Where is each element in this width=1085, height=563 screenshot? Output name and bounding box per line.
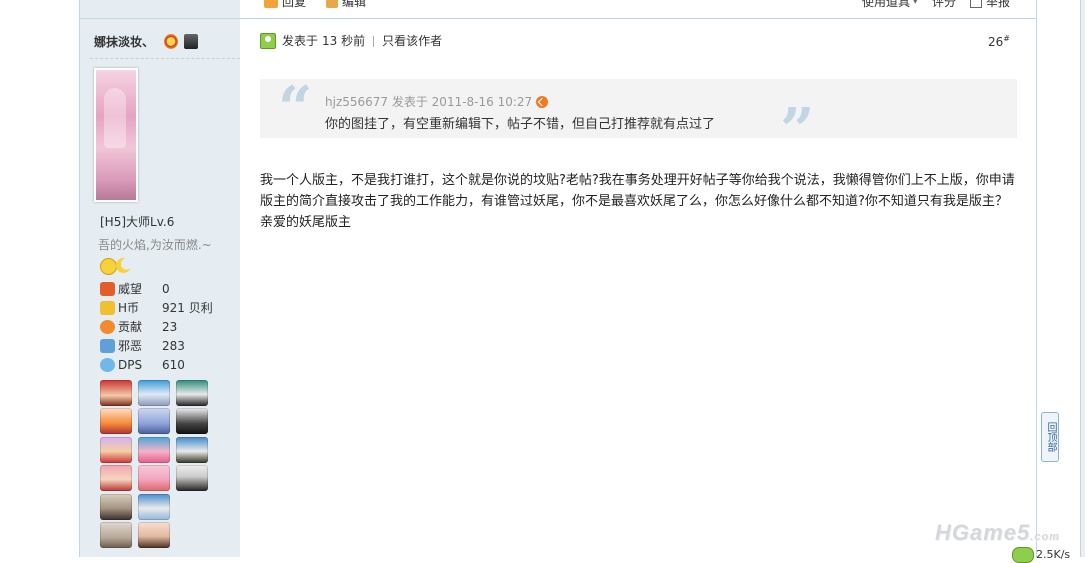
stat-value: 0 [162, 282, 170, 296]
moon-icon [116, 258, 131, 273]
quote-close-icon: ” [780, 96, 815, 166]
stat-value: 23 [162, 320, 178, 334]
floor-number[interactable]: 26# [988, 34, 1010, 49]
stat-label: H币 [118, 301, 140, 315]
author-name[interactable]: 娜抹淡妆、 [94, 33, 154, 50]
medal-badge[interactable] [100, 465, 132, 491]
use-item-label: 使用道具 [862, 0, 911, 9]
reply-button[interactable]: 回复 [264, 0, 306, 9]
crown-icon [100, 282, 115, 296]
previous-post-actions: 回复 编辑 使用道具 ▾ 评分 举报 [240, 0, 1036, 19]
user-level[interactable]: [H5]大师Lv.6 [100, 213, 174, 230]
post-main: 回复 编辑 使用道具 ▾ 评分 举报 发表于 13 秒前 只看该作者 26# “… [240, 0, 1037, 557]
quote-block: “ hjz556677 发表于 2011-8-16 10:27 你的图挂了，有空… [260, 74, 1017, 161]
use-item-button[interactable]: 使用道具 ▾ [862, 0, 918, 9]
post-content: 我一个人版主，不是我打谁打，这个就是你说的坟贴?老帖?我在事务处理开好帖子等你给… [260, 173, 1021, 230]
medal-icon [164, 34, 178, 49]
avatar[interactable] [94, 68, 138, 202]
medal-badge[interactable] [138, 380, 170, 406]
medal-badge[interactable] [138, 437, 170, 463]
medal-badge[interactable] [138, 465, 170, 491]
medal-badge[interactable] [100, 408, 132, 434]
stat-value: 921 贝利 [162, 301, 213, 315]
star-icon [100, 358, 115, 372]
coin-icon [100, 301, 115, 315]
stat-label: 贡献 [118, 320, 143, 334]
network-speed-text: 2.5K/s [1036, 548, 1071, 561]
quote-author-time: hjz556677 发表于 2011-8-16 10:27 [325, 95, 533, 109]
quote-meta: hjz556677 发表于 2011-8-16 10:27 [325, 93, 549, 110]
divider [373, 35, 375, 47]
online-status-icon [184, 34, 198, 49]
pencil-icon [326, 0, 338, 8]
medal-badge[interactable] [176, 408, 208, 434]
medal-badge[interactable] [100, 437, 132, 463]
medal-badge[interactable] [100, 522, 132, 548]
edit-label: 编辑 [342, 0, 367, 9]
reply-label: 回复 [282, 0, 307, 9]
posted-label: 发表于 [282, 34, 319, 48]
jump-to-post-icon[interactable] [536, 95, 549, 108]
watermark-logo: HGame5.com [935, 520, 1060, 546]
heart-icon [100, 320, 115, 334]
posted-time: 13 秒前 [322, 34, 366, 48]
report-icon [970, 0, 982, 8]
stat-value: 610 [162, 358, 185, 372]
rate-button[interactable]: 评分 [932, 0, 956, 9]
report-label: 举报 [986, 0, 1011, 9]
watermark-suffix: .com [1030, 531, 1060, 543]
medal-badge[interactable] [176, 380, 208, 406]
user-online-icon [260, 33, 276, 49]
report-button[interactable]: 举报 [970, 0, 1010, 9]
edit-button[interactable]: 编辑 [326, 0, 366, 9]
back-to-top-button[interactable]: 回顶部 [1041, 412, 1059, 462]
stat-value: 283 [162, 339, 185, 353]
medal-badge[interactable] [138, 522, 170, 548]
divider [90, 58, 240, 59]
stat-label: 邪恶 [118, 339, 143, 353]
medal-badge[interactable] [176, 465, 208, 491]
medal-badge[interactable] [138, 408, 170, 434]
scrollbar-edge [1080, 0, 1085, 557]
quote-text: 你的图挂了，有空重新编辑下，帖子不错，但自己打推荐就有点过了 [325, 117, 716, 132]
stat-label: 威望 [118, 282, 143, 296]
devil-icon [100, 339, 115, 353]
medal-badge[interactable] [138, 494, 170, 520]
divider [80, 18, 240, 19]
only-author-link[interactable]: 只看该作者 [382, 32, 442, 50]
floor-value: 26 [988, 35, 1004, 49]
medal-badge[interactable] [100, 380, 132, 406]
floor-suffix: # [1003, 34, 1010, 43]
chevron-down-icon: ▾ [913, 0, 918, 7]
reply-icon [264, 0, 278, 8]
user-signature: 吾的火焰,为汝而燃.~ [98, 238, 212, 252]
rate-label: 评分 [932, 0, 957, 9]
medal-badge[interactable] [176, 437, 208, 463]
smiley-icon [100, 258, 117, 275]
watermark-text: HGame5 [935, 520, 1031, 545]
author-sidebar: 娜抹淡妆、 [H5]大师Lv.6 吾的火焰,为汝而燃.~ 威望 0 H币 921… [79, 0, 241, 557]
quote-open-icon: “ [278, 74, 313, 144]
post-header: 发表于 13 秒前 只看该作者 [260, 32, 442, 50]
medal-badge[interactable] [100, 494, 132, 520]
stat-label: DPS [118, 358, 143, 372]
network-speed-icon [1012, 547, 1034, 563]
